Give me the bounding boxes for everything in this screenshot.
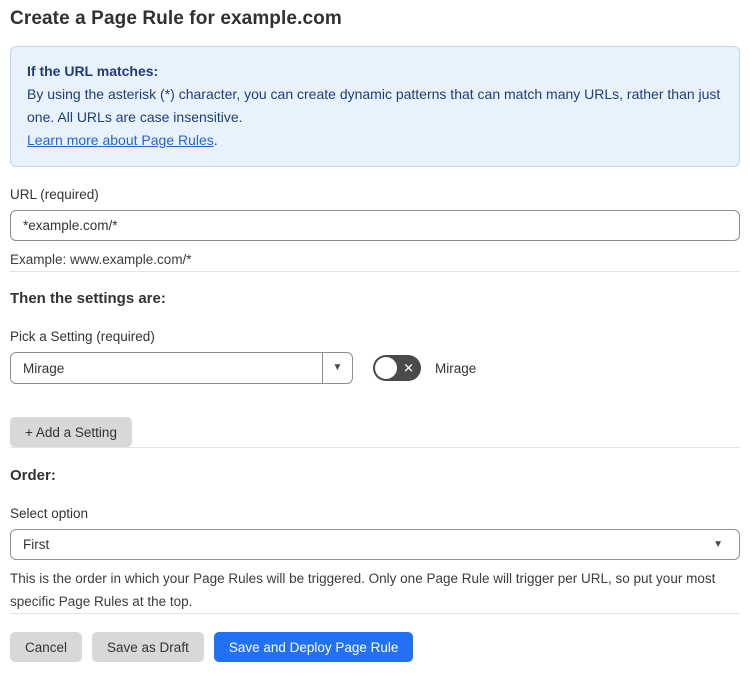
- chevron-down-icon: ▼: [332, 362, 343, 373]
- setting-row: Mirage ▼ ✕ Mirage: [10, 352, 740, 384]
- mirage-toggle[interactable]: ✕: [373, 355, 421, 381]
- mirage-toggle-group: ✕ Mirage: [373, 355, 476, 381]
- page-title: Create a Page Rule for example.com: [10, 8, 342, 29]
- toggle-knob: [375, 357, 397, 379]
- link-period: .: [213, 132, 218, 148]
- order-select[interactable]: First ▼: [10, 529, 740, 560]
- setting-select-arrow-button[interactable]: ▼: [322, 353, 352, 383]
- cross-icon: ✕: [403, 360, 414, 376]
- settings-heading: Then the settings are:: [10, 290, 166, 307]
- mirage-toggle-label: Mirage: [435, 360, 477, 376]
- setting-select-value: Mirage: [23, 360, 65, 376]
- url-label: URL (required): [10, 187, 99, 202]
- order-heading: Order:: [10, 467, 56, 484]
- pick-setting-label: Pick a Setting (required): [10, 329, 155, 344]
- url-match-info-box: If the URL matches: By using the asteris…: [10, 46, 740, 167]
- order-select-value: First: [23, 537, 50, 552]
- section-divider: [10, 271, 740, 272]
- chevron-down-icon: ▼: [713, 538, 723, 550]
- order-select-label: Select option: [10, 506, 89, 521]
- form-actions: Cancel Save as Draft Save and Deploy Pag…: [10, 632, 740, 662]
- save-deploy-button[interactable]: Save and Deploy Page Rule: [213, 632, 414, 662]
- section-divider: [10, 613, 740, 614]
- section-divider: [10, 447, 740, 448]
- url-helper-text: Example: www.example.com/*: [10, 252, 192, 267]
- learn-more-link[interactable]: Learn more about Page Rules: [27, 132, 214, 148]
- cancel-button[interactable]: Cancel: [10, 632, 83, 662]
- info-box-link-line: Learn more about Page Rules.: [27, 129, 723, 152]
- url-input[interactable]: [10, 210, 740, 241]
- info-box-body: By using the asterisk (*) character, you…: [27, 86, 721, 125]
- info-box-heading: If the URL matches:: [27, 63, 159, 79]
- page-rule-form: Create a Page Rule for example.com If th…: [0, 0, 750, 662]
- order-helper-text: This is the order in which your Page Rul…: [10, 571, 716, 609]
- save-draft-button[interactable]: Save as Draft: [92, 632, 204, 662]
- add-setting-button[interactable]: + Add a Setting: [10, 417, 132, 447]
- setting-select[interactable]: Mirage ▼: [10, 352, 353, 384]
